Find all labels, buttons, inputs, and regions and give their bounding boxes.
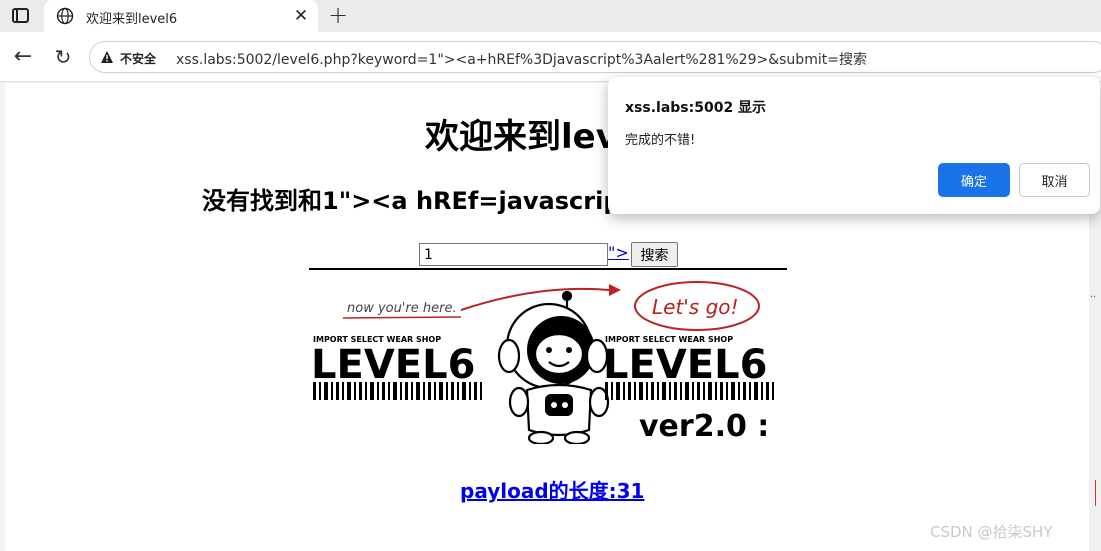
cancel-button[interactable]: 取消	[1019, 163, 1090, 197]
refresh-icon[interactable]: ↻	[50, 44, 76, 70]
injected-link[interactable]: ">	[608, 243, 629, 262]
level6-banner-graphic: now you're here. Let's go! IMPORT SELECT…	[311, 281, 774, 444]
search-button[interactable]: 搜索	[631, 242, 678, 267]
more-dots-icon[interactable]: ··	[1090, 292, 1096, 303]
level-text-right: LEVEL6	[603, 342, 767, 388]
keyword-input[interactable]	[419, 243, 608, 266]
tab-close-icon[interactable]: ✕	[290, 4, 312, 28]
new-tab-icon[interactable]: +	[326, 2, 350, 28]
payload-length-link[interactable]: payload的长度:31	[460, 475, 644, 504]
browser-toolbar: ← ↻ 不安全 xss.labs:5002/level6.php?keyword…	[0, 32, 1101, 82]
version-text: ver2.0 :	[639, 409, 769, 444]
level6-banner-image: now you're here. Let's go! IMPORT SELECT…	[309, 268, 787, 444]
tab-strip: 欢迎来到level6 ✕ +	[0, 0, 1101, 32]
tab-actions-icon[interactable]	[12, 8, 30, 24]
tab-title: 欢迎来到level6	[86, 12, 178, 27]
confirm-button[interactable]: 确定	[938, 163, 1010, 197]
watermark: CSDN @拾柒SHY	[930, 523, 1053, 541]
url-text[interactable]: xss.labs:5002/level6.php?keyword=1"><a+h…	[176, 49, 867, 69]
alert-message: 完成的不错!	[625, 133, 696, 148]
annotation-left-text: now you're here.	[347, 301, 457, 316]
browser-tab[interactable]: 欢迎来到level6 ✕	[44, 0, 318, 32]
side-marker	[1095, 480, 1101, 506]
globe-icon	[56, 7, 74, 25]
alert-dialog: xss.labs:5002 显示 完成的不错! 确定 取消	[608, 77, 1100, 214]
security-label[interactable]: 不安全	[120, 50, 156, 67]
warning-icon[interactable]	[100, 50, 114, 64]
level-text-left: LEVEL6	[311, 342, 475, 388]
annotation-right-text: Let's go!	[652, 295, 739, 319]
robot-mascot	[497, 290, 610, 444]
address-bar[interactable]: 不安全 xss.labs:5002/level6.php?keyword=1">…	[89, 41, 1101, 73]
alert-title: xss.labs:5002 显示	[625, 100, 767, 116]
back-arrow-icon[interactable]: ←	[10, 44, 36, 70]
